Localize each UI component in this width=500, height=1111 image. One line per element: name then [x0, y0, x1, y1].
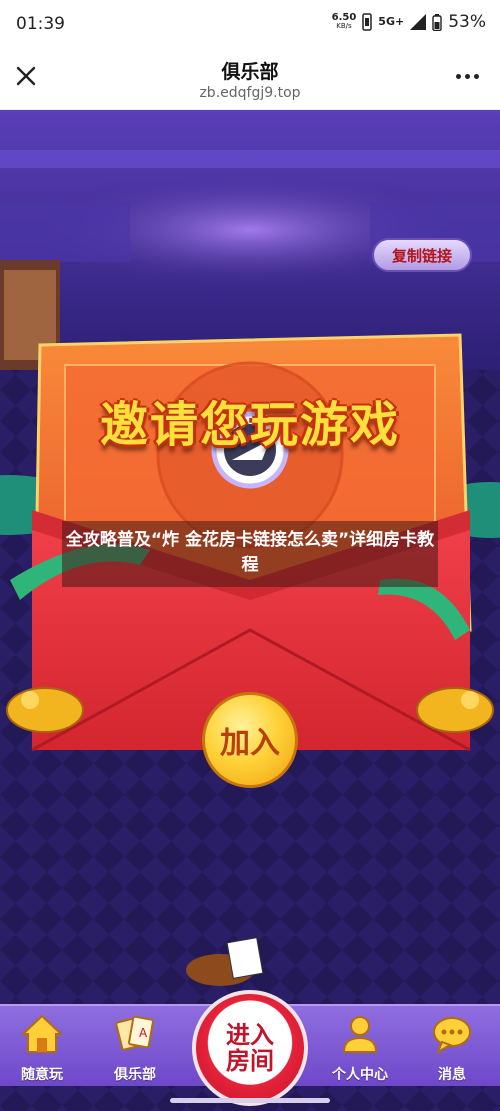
- more-options-icon[interactable]: [456, 68, 482, 84]
- battery-percent: 53%: [448, 12, 486, 32]
- network-type: 5G+: [378, 15, 405, 28]
- tab-club[interactable]: A 俱乐部: [95, 1012, 175, 1084]
- tab-messages-label: 消息: [438, 1067, 466, 1083]
- vibrate-icon: [362, 13, 373, 31]
- browser-nav-bar: 俱乐部 zb.edqfgj9.top: [0, 50, 500, 110]
- tab-random-play-label: 随意玩: [21, 1067, 63, 1083]
- invite-banner: 邀请您玩游戏: [99, 397, 400, 453]
- page-title: 俱乐部: [221, 61, 279, 83]
- user-icon: [342, 1016, 378, 1053]
- join-button[interactable]: 加入: [202, 692, 298, 788]
- article-caption: 全攻略普及“炸 金花房卡链接怎么卖”详细房卡教程: [62, 521, 438, 587]
- home-icon: [20, 1014, 64, 1053]
- status-bar: 01:39 6.50 KB/s 5G+ 53%: [0, 0, 500, 50]
- chat-icon: [433, 1017, 471, 1055]
- svg-text:A: A: [139, 1026, 148, 1040]
- enter-room-button[interactable]: 进入房间: [192, 990, 308, 1106]
- home-indicator[interactable]: [170, 1098, 330, 1103]
- cards-icon: A: [115, 1015, 154, 1051]
- battery-icon: [432, 13, 442, 31]
- network-speed-value: 6.50: [331, 12, 357, 23]
- enter-room-label: 进入房间: [226, 1021, 274, 1075]
- status-time: 01:39: [16, 14, 65, 34]
- tab-club-label: 俱乐部: [114, 1067, 156, 1083]
- copy-link-button[interactable]: 复制链接: [372, 238, 472, 272]
- network-speed: 6.50 KB/s: [332, 13, 357, 31]
- tab-profile-label: 个人中心: [332, 1067, 388, 1083]
- tab-random-play[interactable]: 随意玩: [2, 1012, 82, 1084]
- tab-messages[interactable]: 消息: [412, 1012, 492, 1084]
- game-view: 复制链接 邀请您玩游戏 加入: [0, 110, 500, 1111]
- status-indicators: 6.50 KB/s 5G+ 53%: [332, 12, 486, 32]
- page-url: zb.edqfgj9.top: [199, 85, 301, 101]
- network-speed-unit: KB/s: [336, 22, 352, 30]
- signal-icon: [410, 14, 427, 30]
- tab-profile[interactable]: 个人中心: [320, 1012, 400, 1084]
